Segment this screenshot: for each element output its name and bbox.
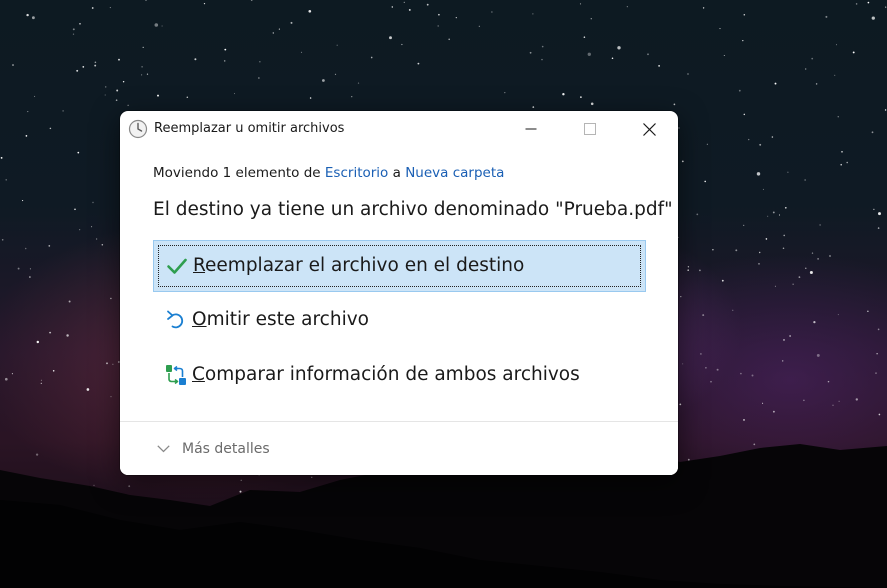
destination-folder-link[interactable]: Nueva carpeta	[405, 165, 504, 181]
clock-icon	[128, 119, 148, 139]
replace-file-option[interactable]: Reemplazar el archivo en el destino	[153, 240, 646, 292]
compare-accelerator: C	[192, 364, 205, 385]
title-bar[interactable]: Reemplazar u omitir archivos	[120, 111, 678, 147]
compare-files-icon	[166, 365, 186, 385]
replace-label-rest: eemplazar el archivo en el destino	[205, 255, 525, 276]
minimize-icon	[525, 128, 537, 130]
progress-description: Moviendo 1 elemento de Escritorio a Nuev…	[153, 165, 504, 181]
source-folder-link[interactable]: Escritorio	[325, 165, 388, 181]
window-title: Reemplazar u omitir archivos	[154, 121, 345, 136]
replace-file-label: Reemplazar el archivo en el destino	[193, 255, 524, 276]
more-details-toggle[interactable]: Más detalles	[157, 438, 270, 460]
more-details-label: Más detalles	[182, 441, 270, 457]
skip-label-rest: mitir este archivo	[206, 309, 369, 330]
skip-accelerator: O	[192, 309, 207, 330]
maximize-button[interactable]	[561, 111, 619, 147]
skip-file-label: Omitir este archivo	[192, 309, 369, 330]
compare-files-option[interactable]: Comparar información de ambos archivos	[153, 350, 646, 402]
replace-skip-dialog: Reemplazar u omitir archivos Moviendo 1 …	[120, 111, 678, 475]
maximize-icon	[584, 123, 596, 135]
minimize-button[interactable]	[502, 111, 560, 147]
replace-accelerator: R	[193, 255, 206, 276]
undo-arrow-icon	[167, 310, 184, 329]
moving-middle: a	[392, 165, 401, 181]
chevron-down-icon	[157, 445, 170, 453]
compare-files-label: Comparar información de ambos archivos	[192, 364, 580, 385]
compare-label-rest: omparar información de ambos archivos	[204, 364, 580, 385]
close-button[interactable]	[620, 111, 678, 147]
skip-file-option[interactable]: Omitir este archivo	[153, 295, 646, 347]
moving-prefix: Moviendo 1 elemento de	[153, 165, 321, 181]
dialog-footer: Más detalles	[120, 422, 678, 475]
close-icon	[642, 122, 656, 136]
conflict-heading: El destino ya tiene un archivo denominad…	[153, 199, 673, 220]
checkmark-icon	[167, 258, 187, 274]
